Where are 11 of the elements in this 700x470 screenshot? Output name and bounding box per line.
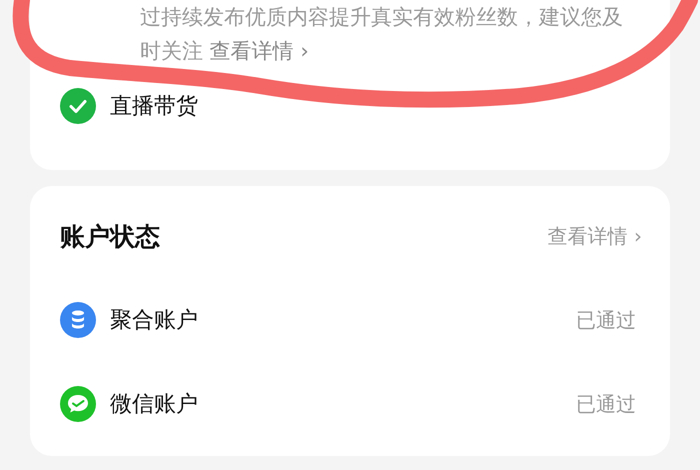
chat-bubble-icon (60, 386, 96, 422)
details-link[interactable]: 查看详情 › (548, 222, 642, 250)
coin-stack-icon (60, 302, 96, 338)
section-title: 账户状态 (60, 220, 160, 252)
details-link[interactable]: 查看详情 › (210, 39, 309, 63)
account-name: 聚合账户 (110, 307, 198, 335)
account-name: 微信账户 (110, 391, 198, 419)
account-status: 已通过 (576, 306, 636, 334)
feature-label: 直播带货 (110, 93, 198, 121)
notice-text: 过持续发布优质内容提升真实有效粉丝数，建议您及时关注 查看详情 › (140, 4, 624, 65)
account-status: 已通过 (576, 390, 636, 418)
